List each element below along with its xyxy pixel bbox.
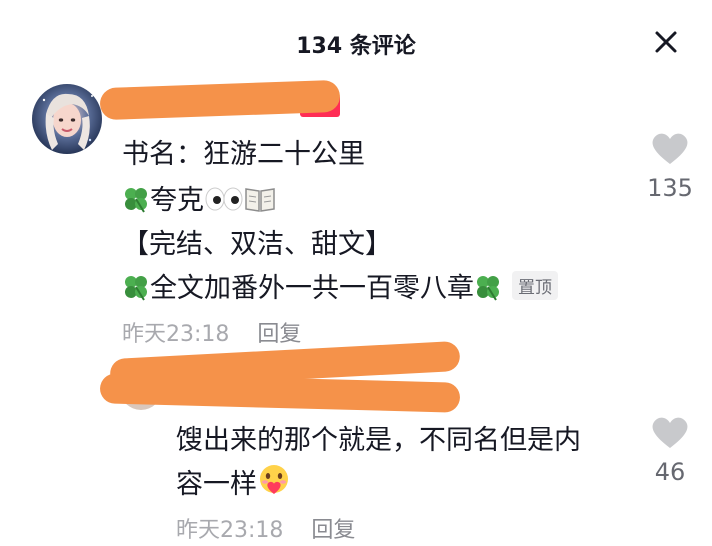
- clover-icon: [122, 185, 150, 220]
- reply-button[interactable]: 回复: [311, 518, 355, 543]
- like-count: 135: [647, 174, 693, 202]
- clover-icon: [122, 273, 150, 308]
- redacted-username: [99, 373, 461, 413]
- clover-icon: [474, 273, 502, 308]
- book-icon: [244, 185, 276, 220]
- user-avatar[interactable]: [32, 84, 102, 154]
- comment-count-title: 134 条评论: [296, 34, 416, 59]
- like-count: 46: [654, 458, 686, 486]
- comment-meta: 昨天23:18 回复: [176, 512, 355, 544]
- close-icon[interactable]: [650, 26, 682, 58]
- like-button[interactable]: 46: [640, 414, 700, 486]
- comment-text-line: 书名：狂游二十公里: [122, 139, 365, 170]
- comment-time: 昨天23:18: [122, 322, 230, 347]
- comment-text-line: 夸克: [122, 178, 276, 220]
- pinned-badge: 置顶: [512, 271, 558, 300]
- comment-text-line: 【完结、双洁、甜文】: [122, 229, 392, 260]
- comment-text-line: 馊出来的那个就是，不同名但是内: [176, 425, 581, 456]
- heart-icon: [652, 417, 688, 448]
- comments-header: 134 条评论: [0, 0, 712, 86]
- heart-icon: [652, 133, 688, 164]
- comment-time: 昨天23:18: [176, 518, 284, 543]
- heart-face-emoji: [257, 463, 291, 504]
- eyes-icon: [204, 185, 244, 220]
- comment-text-line: 全文加番外一共一百零八章 置顶: [122, 266, 558, 308]
- comment-meta: 昨天23:18 回复: [122, 316, 301, 348]
- comment-text-line: 容一样: [176, 462, 291, 504]
- like-button[interactable]: 135: [640, 130, 700, 202]
- reply-button[interactable]: 回复: [257, 322, 301, 347]
